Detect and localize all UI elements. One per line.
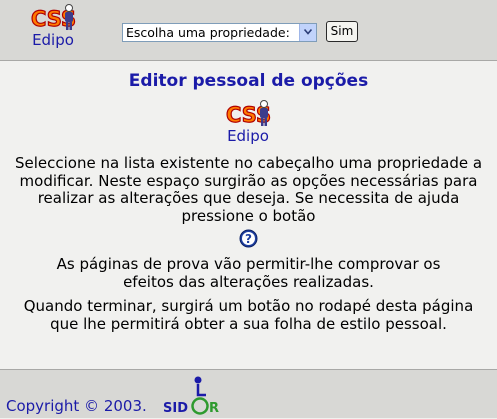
chevron-down-icon (304, 29, 312, 35)
page-title: Editor pessoal de opções (128, 71, 369, 91)
preview-info-text: As páginas de prova vão permitir-lhe com… (56, 255, 441, 291)
sidar-logo[interactable]: SID R (163, 375, 227, 419)
logo-caption: Edipo (32, 31, 74, 49)
css-logo-icon: CSS (30, 4, 77, 32)
copyright-text: Copyright © 2003. (6, 397, 147, 415)
css-logo-icon: CSS (225, 100, 272, 128)
dropdown-arrow[interactable] (299, 24, 316, 41)
header-bar: CSS Edipo Escolha uma propriedade: Sim (0, 0, 497, 61)
edipo-logo[interactable]: CSS Edipo (28, 2, 78, 48)
svg-text:SID: SID (163, 401, 188, 415)
main-content: Editor pessoal de opções CSS Edipo Selec… (0, 61, 497, 369)
svg-text:?: ? (245, 232, 252, 246)
edipo-logo-main: CSS Edipo (223, 98, 273, 144)
property-select[interactable]: Escolha uma propriedade: (122, 23, 317, 42)
sidar-logo-icon: SID R (163, 376, 219, 416)
intro-text: Seleccione na lista existente no cabeçal… (14, 154, 483, 225)
footer-bar: Copyright © 2003. SID R (0, 369, 497, 418)
help-icon: ? (239, 229, 258, 248)
logo-caption: Edipo (227, 127, 269, 145)
property-select-value: Escolha uma propriedade: (126, 25, 290, 40)
submit-button[interactable]: Sim (326, 21, 358, 42)
help-button[interactable]: ? (239, 229, 258, 248)
svg-text:R: R (209, 401, 219, 415)
finish-info-text: Quando terminar, surgirá um botão no rod… (23, 297, 474, 333)
